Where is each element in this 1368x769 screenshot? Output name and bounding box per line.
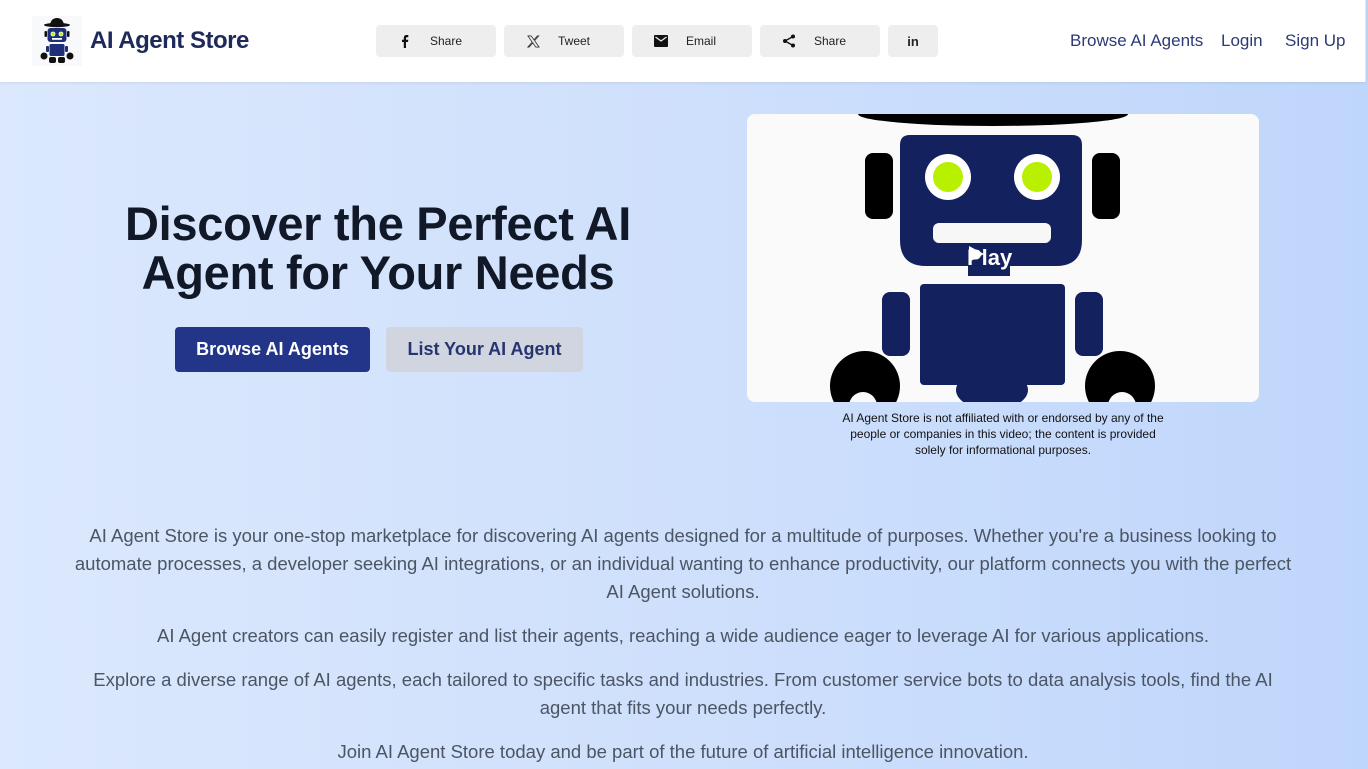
nav-sign-up[interactable]: Sign Up xyxy=(1285,31,1345,51)
tweet-label: Tweet xyxy=(558,34,591,48)
nav-browse-ai-agents[interactable]: Browse AI Agents xyxy=(1070,31,1203,51)
top-header: AI Agent Store Share Tweet Email Share i… xyxy=(0,0,1366,82)
nav-login[interactable]: Login xyxy=(1221,31,1263,51)
email-label: Email xyxy=(686,34,717,48)
facebook-icon xyxy=(398,34,412,48)
play-button[interactable]: Play xyxy=(967,245,1012,271)
list-your-ai-agent-button[interactable]: List Your AI Agent xyxy=(386,327,583,372)
browse-ai-agents-button[interactable]: Browse AI Agents xyxy=(175,327,370,372)
share-label: Share xyxy=(814,34,847,48)
linkedin-icon: in xyxy=(907,33,919,49)
email-icon xyxy=(654,34,668,48)
x-twitter-icon xyxy=(526,34,540,48)
linkedin-share-button[interactable]: in xyxy=(888,25,938,57)
hero-title: Discover the Perfect AI Agent for Your N… xyxy=(125,197,631,299)
video-player[interactable]: Play xyxy=(747,114,1259,402)
play-icon xyxy=(969,246,984,262)
email-share-button[interactable]: Email xyxy=(632,25,752,57)
join-paragraph: Join AI Agent Store today and be part of… xyxy=(337,741,1029,762)
generic-share-button[interactable]: Share xyxy=(760,25,880,57)
brand-name[interactable]: AI Agent Store xyxy=(90,27,249,55)
creators-paragraph: AI Agent creators can easily register an… xyxy=(156,625,1210,646)
explore-paragraph: Explore a diverse range of AI agents, ea… xyxy=(93,669,1273,718)
facebook-share-button[interactable]: Share xyxy=(376,25,496,57)
share-icon xyxy=(782,34,796,48)
video-disclaimer: AI Agent Store is not affiliated with or… xyxy=(842,411,1164,457)
intro-paragraph: AI Agent Store is your one-stop marketpl… xyxy=(74,525,1292,602)
tweet-button[interactable]: Tweet xyxy=(504,25,624,57)
share-label: Share xyxy=(430,34,463,48)
logo-robot-icon[interactable] xyxy=(32,16,82,66)
